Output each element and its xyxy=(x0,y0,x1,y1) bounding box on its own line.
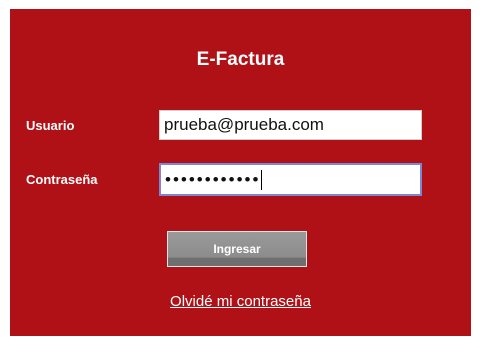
username-label: Usuario xyxy=(26,118,75,133)
username-input[interactable]: prueba@prueba.com xyxy=(159,110,422,140)
forgot-password-link[interactable]: Olvidé mi contraseña xyxy=(10,293,471,310)
username-value: prueba@prueba.com xyxy=(164,115,324,134)
text-caret xyxy=(261,169,263,190)
password-input[interactable]: •••••••••••• xyxy=(159,163,422,196)
password-label: Contraseña xyxy=(26,172,98,187)
app-title: E-Factura xyxy=(196,49,285,70)
login-button[interactable]: Ingresar xyxy=(167,231,307,267)
login-panel: E-Factura Usuario prueba@prueba.com Cont… xyxy=(10,9,471,336)
password-value: •••••••••••• xyxy=(165,169,261,189)
login-button-label: Ingresar xyxy=(213,242,261,256)
